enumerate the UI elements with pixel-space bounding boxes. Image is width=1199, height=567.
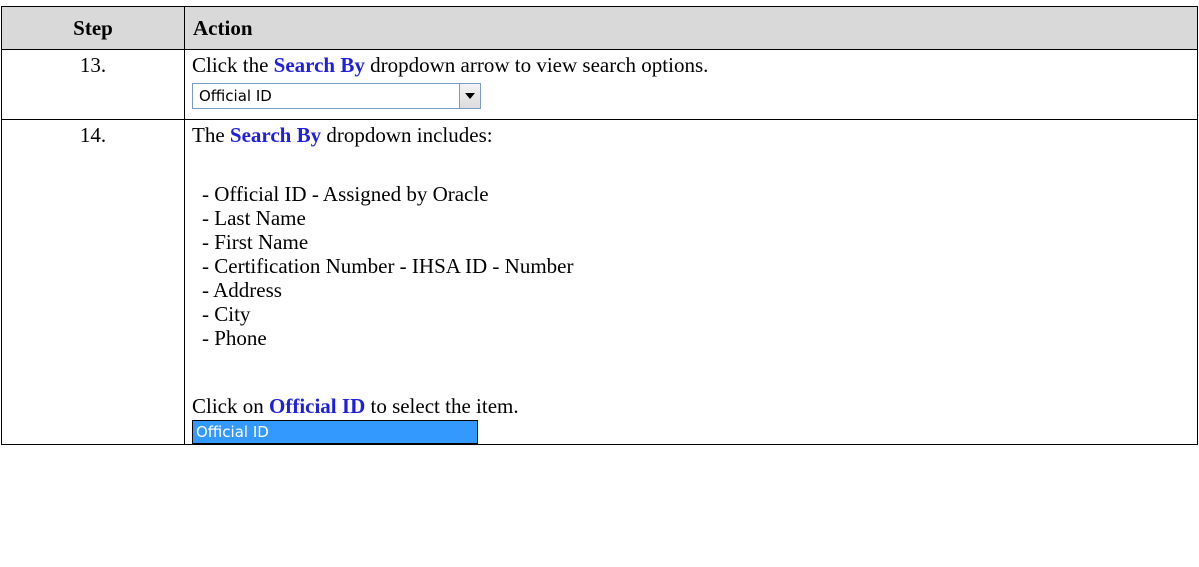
highlight-term: Search By — [273, 53, 365, 77]
intro-text: The Search By dropdown includes: — [192, 123, 1197, 147]
action-cell: Click the Search By dropdown arrow to vi… — [184, 49, 1198, 120]
steps-table: Step Action 13. Click the Search By drop… — [1, 6, 1198, 445]
list-item: - Last Name — [202, 206, 306, 230]
list-item: - Certification Number - IHSA ID - Numbe… — [202, 254, 574, 278]
instruction-suffix: dropdown arrow to view search options. — [364, 53, 709, 77]
dropdown-value: Official ID — [199, 87, 272, 105]
select-instruction: Click on Official ID to select the item. — [192, 394, 1197, 418]
table-row: 13. Click the Search By dropdown arrow t… — [1, 49, 1198, 120]
step-number: 13. — [1, 49, 185, 120]
select-suffix: to select the item. — [365, 394, 519, 418]
option-list: - Official ID - Assigned by Oracle - Las… — [192, 182, 1197, 350]
header-step: Step — [1, 6, 185, 50]
list-item: - Phone — [202, 326, 267, 350]
highlight-term: Search By — [229, 123, 322, 147]
step-number: 14. — [1, 119, 185, 445]
instruction-text: Click the Search By dropdown arrow to vi… — [192, 53, 1197, 77]
list-item: - Address — [202, 278, 282, 302]
highlight-term: Official ID — [269, 394, 366, 418]
instruction-prefix: Click the — [192, 53, 274, 77]
list-item: - City — [202, 302, 251, 326]
chevron-down-icon — [465, 93, 475, 99]
intro-prefix: The — [192, 123, 230, 147]
table-row: 14. The Search By dropdown includes: - O… — [1, 119, 1198, 445]
select-prefix: Click on — [192, 394, 269, 418]
selected-option-official-id[interactable]: Official ID — [192, 420, 478, 444]
intro-suffix: dropdown includes: — [321, 123, 493, 147]
search-by-dropdown[interactable]: Official ID — [192, 83, 481, 109]
dropdown-button[interactable] — [459, 84, 480, 108]
action-cell: The Search By dropdown includes: - Offic… — [184, 119, 1198, 445]
header-row: Step Action — [1, 6, 1198, 50]
list-item: - Official ID - Assigned by Oracle — [202, 182, 489, 206]
header-action: Action — [184, 6, 1198, 50]
list-item: - First Name — [202, 230, 309, 254]
